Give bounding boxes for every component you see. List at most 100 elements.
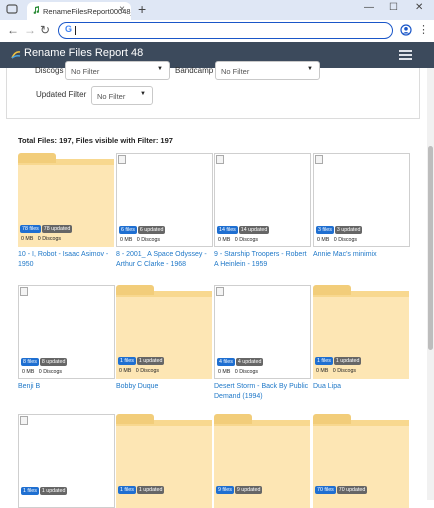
new-tab-button[interactable]: + bbox=[138, 1, 146, 17]
chevron-down-icon: ▼ bbox=[140, 91, 146, 97]
tile-badges: 1 files 1 updated bbox=[118, 357, 165, 365]
updated-count-badge: 3 updated bbox=[334, 226, 363, 234]
size-label: 0 MB bbox=[21, 236, 34, 242]
size-label: 0 MB bbox=[22, 369, 35, 375]
size-label: 0 MB bbox=[218, 369, 231, 375]
tile-info: 0 MB 0 Discogs bbox=[317, 237, 357, 243]
files-count-badge: 1 files bbox=[315, 357, 333, 365]
discogs-count-label: 0 Discogs bbox=[136, 237, 161, 243]
files-count-badge: 4 files bbox=[217, 358, 235, 366]
scrollbar-thumb[interactable] bbox=[428, 146, 433, 350]
files-summary: Total Files: 197, Files visible with Fil… bbox=[18, 136, 173, 145]
tile-caption-link[interactable]: Bobby Duque bbox=[116, 382, 213, 392]
tile-badges: 70 files 70 updated bbox=[315, 486, 368, 494]
page-content: Discogs No Filter ▼ Bandcamp No Filter ▼ U… bbox=[0, 61, 427, 508]
file-tile[interactable]: 14 files 14 updated 0 MB 0 Discogs bbox=[214, 153, 311, 247]
tile-badges: 9 files 9 updated bbox=[216, 486, 263, 494]
files-count-badge: 78 files bbox=[20, 225, 41, 233]
files-count-badge: 8 files bbox=[21, 358, 39, 366]
files-count-badge: 1 files bbox=[118, 486, 136, 494]
tile-caption-link[interactable]: Dua Lipa bbox=[313, 382, 410, 392]
updated-count-badge: 1 updated bbox=[136, 486, 165, 494]
discogs-count-label: 0 Discogs bbox=[332, 368, 357, 374]
file-tile[interactable]: 1 files 1 updated bbox=[116, 414, 213, 508]
tab-title: RenameFilesReport00048_by... bbox=[43, 7, 131, 16]
tile-info: 0 MB 0 Discogs bbox=[21, 236, 61, 242]
tile-info: 0 MB 0 Discogs bbox=[22, 369, 62, 375]
size-label: 0 MB bbox=[120, 237, 133, 243]
tile-badges: 1 files 1 updated bbox=[21, 487, 68, 495]
updated-count-badge: 1 updated bbox=[136, 357, 165, 365]
tile-caption-link[interactable]: 9 - Starship Troopers - Robert A Heinlei… bbox=[214, 250, 311, 270]
maximize-button[interactable]: ☐ bbox=[389, 2, 398, 13]
discogs-count-label: 0 Discogs bbox=[234, 237, 259, 243]
tile-badges: 1 files 1 updated bbox=[118, 486, 165, 494]
file-tile[interactable]: 70 files 70 updated bbox=[313, 414, 410, 508]
tile-info: 0 MB 0 Discogs bbox=[120, 237, 160, 243]
tile-badges: 8 files 8 updated bbox=[21, 358, 68, 366]
tile-caption-link[interactable]: Annie Mac's minimix bbox=[313, 250, 410, 260]
tile-caption-link[interactable]: 8 - 2001_ A Space Odyssey - Arthur C Cla… bbox=[116, 250, 213, 270]
size-label: 0 MB bbox=[218, 237, 231, 243]
browser-tab[interactable]: RenameFilesReport00048_by... × bbox=[27, 2, 131, 20]
file-tile[interactable]: 1 files 1 updated 0 MB 0 Discogs bbox=[313, 285, 410, 379]
folder-icon bbox=[116, 414, 212, 508]
file-tile[interactable]: 78 files 78 updated 0 MB 0 Discogs bbox=[18, 153, 115, 247]
discogs-count-label: 0 Discogs bbox=[135, 368, 160, 374]
tile-badges: 3 files 3 updated bbox=[316, 226, 363, 234]
tile-info: 0 MB 0 Discogs bbox=[119, 368, 159, 374]
file-tile[interactable]: 9 files 9 updated bbox=[214, 414, 311, 508]
updated-filter-label: Updated Filter bbox=[36, 90, 87, 99]
chevron-down-icon: ▼ bbox=[307, 66, 313, 72]
files-count-badge: 6 files bbox=[119, 226, 137, 234]
bandcamp-filter-select[interactable]: No Filter ▼ bbox=[215, 61, 320, 80]
tab-close-icon[interactable]: × bbox=[119, 4, 125, 15]
file-tile[interactable]: 8 files 8 updated 0 MB 0 Discogs bbox=[18, 285, 115, 379]
file-tile[interactable]: 6 files 6 updated 0 MB 0 Discogs bbox=[116, 153, 213, 247]
discogs-count-label: 0 Discogs bbox=[37, 236, 62, 242]
folder-icon bbox=[313, 285, 409, 379]
files-count-badge: 70 files bbox=[315, 486, 336, 494]
text-caret bbox=[75, 26, 76, 35]
tile-info bbox=[22, 498, 26, 504]
tile-caption-link[interactable]: Desert Storm - Back By Public Demand (19… bbox=[214, 382, 311, 402]
updated-count-badge: 14 updated bbox=[238, 226, 270, 234]
updated-count-badge: 4 updated bbox=[235, 358, 264, 366]
broken-image-icon bbox=[216, 155, 224, 164]
close-window-button[interactable]: ✕ bbox=[415, 2, 423, 13]
google-icon: G bbox=[65, 24, 73, 34]
broken-image-icon bbox=[20, 416, 28, 425]
back-icon[interactable]: ← bbox=[7, 23, 19, 37]
tile-caption-link[interactable]: 10 - I, Robot - Isaac Asimov - 1950 bbox=[18, 250, 115, 270]
broken-image-icon bbox=[315, 155, 323, 164]
folder-icon bbox=[214, 414, 310, 508]
app-title[interactable]: Rename Files Report 48 bbox=[24, 47, 143, 59]
file-tile[interactable]: 3 files 3 updated 0 MB 0 Discogs bbox=[313, 153, 410, 247]
updated-filter-select[interactable]: No Filter ▼ bbox=[91, 86, 153, 105]
address-input[interactable]: G bbox=[58, 22, 393, 39]
browser-tab-strip: RenameFilesReport00048_by... × + — ☐ ✕ bbox=[0, 0, 434, 20]
updated-count-badge: 1 updated bbox=[39, 487, 68, 495]
reload-icon[interactable]: ↻ bbox=[40, 23, 50, 37]
minimize-button[interactable]: — bbox=[364, 2, 374, 13]
tile-caption-link[interactable]: Benji B bbox=[18, 382, 115, 392]
updated-count-badge: 78 updated bbox=[41, 225, 73, 233]
broken-image-icon bbox=[20, 287, 28, 296]
folder-icon bbox=[313, 414, 409, 508]
file-tile[interactable]: 4 files 4 updated 0 MB 0 Discogs bbox=[214, 285, 311, 379]
folder-icon bbox=[116, 285, 212, 379]
discogs-filter-select[interactable]: No Filter ▼ bbox=[65, 61, 170, 80]
hamburger-menu-icon[interactable] bbox=[399, 50, 412, 60]
tab-search-icon[interactable] bbox=[6, 3, 18, 15]
address-bar-row: ← → ↻ G ⋮ bbox=[0, 20, 434, 42]
tile-badges: 6 files 6 updated bbox=[119, 226, 166, 234]
forward-icon[interactable]: → bbox=[24, 23, 36, 37]
file-tile[interactable]: 1 files 1 updated 0 MB 0 Discogs bbox=[116, 285, 213, 379]
size-label: 0 MB bbox=[119, 368, 132, 374]
tile-badges: 14 files 14 updated bbox=[217, 226, 270, 234]
profile-icon[interactable] bbox=[400, 24, 412, 36]
menu-dots-icon[interactable]: ⋮ bbox=[418, 23, 429, 36]
tile-badges: 1 files 1 updated bbox=[315, 357, 362, 365]
broken-image-icon bbox=[216, 287, 224, 296]
file-tile[interactable]: 1 files 1 updated bbox=[18, 414, 115, 508]
